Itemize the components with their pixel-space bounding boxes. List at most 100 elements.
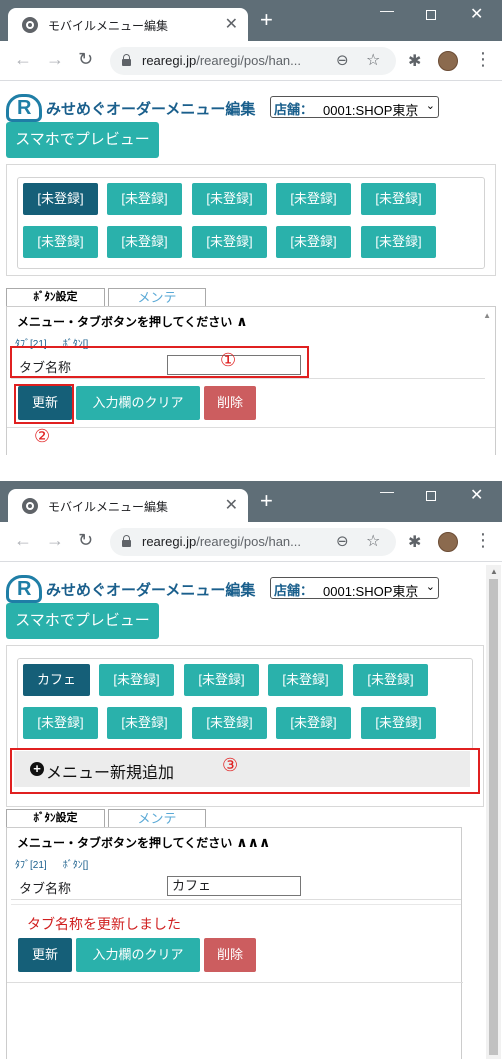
tab-button[interactable]: [未登録]	[361, 707, 436, 739]
menu-kebab-icon[interactable]: ⋮	[474, 49, 492, 70]
tab-title: モバイルメニュー編集	[48, 500, 169, 514]
tab-button[interactable]: [未登録]	[361, 183, 436, 215]
window-close-icon[interactable]: ✕	[470, 4, 483, 24]
tab-button[interactable]: [未登録]	[99, 664, 174, 696]
tab-button-grid: [未登録] [未登録] [未登録] [未登録] [未登録] [未登録] [未登録…	[17, 177, 485, 269]
profile-avatar[interactable]	[438, 532, 458, 552]
settings-tabs: ﾎﾞﾀﾝ設定 メンテ	[6, 809, 496, 829]
new-tab-icon[interactable]: +	[260, 490, 273, 512]
tab-button-area: [未登録] [未登録] [未登録] [未登録] [未登録] [未登録] [未登録…	[6, 164, 496, 276]
window-close-icon[interactable]: ✕	[470, 485, 483, 505]
scroll-up-icon[interactable]: ▲	[483, 311, 491, 320]
minimize-icon[interactable]: —	[380, 483, 394, 499]
back-icon[interactable]: ←	[14, 49, 32, 70]
url-text: rearegi.jp/rearegi/pos/han...	[142, 534, 301, 549]
zoom-icon[interactable]: ⊖	[336, 51, 349, 69]
close-tab-icon[interactable]: ✕	[225, 14, 238, 34]
tab-button[interactable]: [未登録]	[192, 226, 267, 258]
tab-maintenance[interactable]: メンテ	[108, 809, 206, 827]
chevron-down-icon: ⌄	[425, 581, 435, 593]
bookmark-star-icon[interactable]: ☆	[366, 50, 380, 70]
screenshot-before: モバイルメニュー編集 ✕ + — ✕ ← → ↻ rearegi.jp/rear…	[0, 0, 502, 455]
tab-button[interactable]: [未登録]	[276, 226, 351, 258]
extensions-icon[interactable]: ✱	[408, 51, 421, 71]
browser-toolbar: ← → ↻ rearegi.jp/rearegi/pos/han... ⊖ ☆ …	[0, 522, 502, 562]
store-select[interactable]: 店舗： 0001:SHOP東京 ⌄	[270, 577, 439, 599]
browser-titlebar: モバイルメニュー編集 ✕ + — ✕	[0, 0, 502, 41]
zoom-icon[interactable]: ⊖	[336, 532, 349, 550]
tab-button-settings[interactable]: ﾎﾞﾀﾝ設定	[6, 288, 105, 306]
tab-button[interactable]: [未登録]	[361, 226, 436, 258]
profile-avatar[interactable]	[438, 51, 458, 71]
settings-panel: メニュー・タブボタンを押してください ∧∧∧ ﾀﾌﾞ[21] ﾎﾞﾀﾝ[] タブ名称…	[6, 827, 463, 1059]
forward-icon[interactable]: →	[46, 530, 64, 551]
globe-icon	[22, 17, 38, 33]
success-message: タブ名称を更新しました	[27, 916, 181, 932]
annotation-box-1	[10, 346, 309, 378]
close-tab-icon[interactable]: ✕	[225, 495, 238, 515]
browser-tab[interactable]: モバイルメニュー編集 ✕	[8, 489, 248, 522]
annotation-box-3	[10, 748, 480, 794]
lock-icon	[122, 535, 131, 547]
address-bar[interactable]: rearegi.jp/rearegi/pos/han... ⊖ ☆	[110, 47, 396, 75]
selection-info: ﾀﾌﾞ[21] ﾎﾞﾀﾝ[]	[15, 860, 89, 871]
clear-input-button[interactable]: 入力欄のクリア	[76, 938, 200, 972]
delete-button[interactable]: 削除	[204, 386, 256, 420]
page-title: みせめぐオーダーメニュー編集	[46, 101, 256, 118]
tab-button-settings[interactable]: ﾎﾞﾀﾝ設定	[6, 809, 105, 827]
globe-icon	[22, 498, 38, 514]
browser-tab[interactable]: モバイルメニュー編集 ✕	[8, 8, 248, 41]
settings-tabs: ﾎﾞﾀﾝ設定 メンテ	[6, 288, 496, 308]
preview-button[interactable]: スマホでプレビュー	[6, 122, 159, 158]
new-tab-icon[interactable]: +	[260, 9, 273, 31]
tab-name-label: タブ名称	[19, 881, 72, 896]
tab-button[interactable]: [未登録]	[184, 664, 259, 696]
tab-button[interactable]: カフェ	[23, 664, 90, 696]
page-title: みせめぐオーダーメニュー編集	[46, 582, 256, 599]
tab-button[interactable]: [未登録]	[107, 183, 182, 215]
tab-button[interactable]: [未登録]	[268, 664, 343, 696]
update-button[interactable]: 更新	[18, 938, 72, 972]
tab-button[interactable]: [未登録]	[107, 707, 182, 739]
tab-button[interactable]: [未登録]	[192, 707, 267, 739]
url-text: rearegi.jp/rearegi/pos/han...	[142, 53, 301, 68]
maximize-icon[interactable]	[426, 491, 436, 501]
lock-icon	[122, 54, 131, 66]
preview-button[interactable]: スマホでプレビュー	[6, 603, 159, 639]
tab-button[interactable]: [未登録]	[23, 226, 98, 258]
tab-button[interactable]: [未登録]	[276, 183, 351, 215]
tab-button-grid: カフェ [未登録] [未登録] [未登録] [未登録] [未登録] [未登録] …	[17, 658, 473, 750]
forward-icon[interactable]: →	[46, 49, 64, 70]
tab-button[interactable]: [未登録]	[353, 664, 428, 696]
tab-button[interactable]: [未登録]	[276, 707, 351, 739]
tab-name-row: タブ名称 カフェ	[11, 872, 461, 900]
tab-title: モバイルメニュー編集	[48, 19, 169, 33]
browser-titlebar: モバイルメニュー編集 ✕ + — ✕	[0, 481, 502, 522]
tab-maintenance[interactable]: メンテ	[108, 288, 206, 306]
settings-panel: ▲ メニュー・タブボタンを押してください ∧ ﾀﾌﾞ[21] ﾎﾞﾀﾝ[] タブ名称…	[6, 306, 496, 455]
extensions-icon[interactable]: ✱	[408, 532, 421, 552]
annotation-marker-3: ③	[222, 755, 239, 776]
screenshot-separator	[0, 455, 502, 481]
tab-button[interactable]: [未登録]	[107, 226, 182, 258]
bookmark-star-icon[interactable]: ☆	[366, 531, 380, 551]
address-bar[interactable]: rearegi.jp/rearegi/pos/han... ⊖ ☆	[110, 528, 396, 556]
tab-button[interactable]: [未登録]	[23, 707, 98, 739]
app-logo: R	[6, 571, 44, 605]
tab-name-input[interactable]: カフェ	[167, 876, 301, 896]
tab-button[interactable]: [未登録]	[192, 183, 267, 215]
maximize-icon[interactable]	[426, 10, 436, 20]
minimize-icon[interactable]: —	[380, 2, 394, 18]
app-logo: R	[6, 90, 44, 124]
back-icon[interactable]: ←	[14, 530, 32, 551]
reload-icon[interactable]: ↻	[78, 49, 93, 70]
store-select[interactable]: 店舗： 0001:SHOP東京 ⌄	[270, 96, 439, 118]
screenshot-after: モバイルメニュー編集 ✕ + — ✕ ← → ↻ rearegi.jp/rear…	[0, 481, 502, 1059]
scroll-up-icon[interactable]: ▲	[490, 567, 498, 576]
tab-button[interactable]: [未登録]	[23, 183, 98, 215]
clear-input-button[interactable]: 入力欄のクリア	[76, 386, 200, 420]
menu-kebab-icon[interactable]: ⋮	[474, 530, 492, 551]
delete-button[interactable]: 削除	[204, 938, 256, 972]
reload-icon[interactable]: ↻	[78, 530, 93, 551]
annotation-box-2	[14, 384, 74, 424]
